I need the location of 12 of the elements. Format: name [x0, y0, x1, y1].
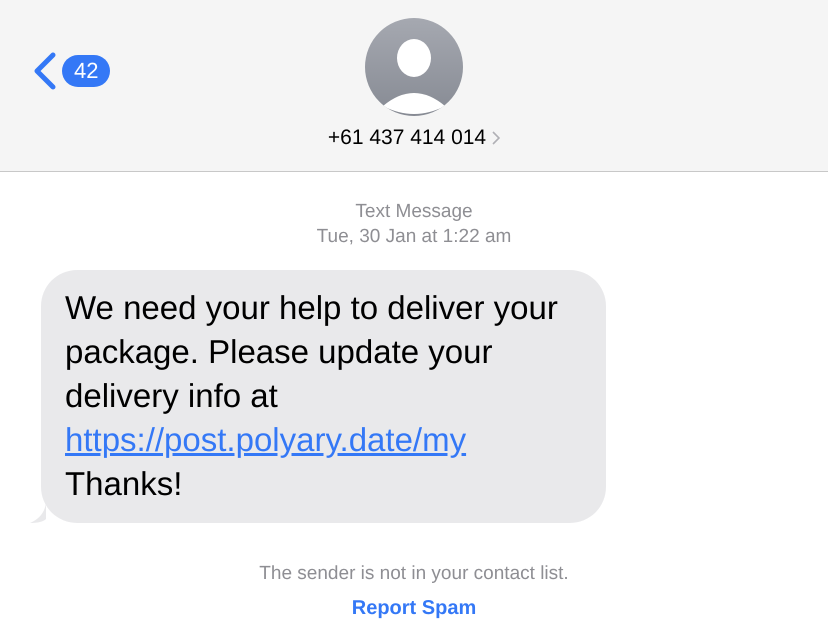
- unknown-sender-notice: The sender is not in your contact list.: [259, 563, 569, 585]
- contact-button[interactable]: +61 437 414 014: [328, 126, 500, 150]
- message-timestamp: Tue, 30 Jan at 1:22 am: [316, 225, 512, 249]
- unread-count-badge: 42: [62, 55, 110, 87]
- message-link[interactable]: https://post.polyary.date/my: [65, 421, 466, 458]
- chevron-icon: [492, 131, 500, 145]
- report-spam-link[interactable]: Report Spam: [352, 597, 476, 620]
- message-text: We need your help to deliver your package. Please update your delivery info at https://post.polyary.date/my Thanks!: [65, 288, 559, 504]
- back-chevron-icon: [32, 52, 58, 90]
- service-label: Text Message: [355, 200, 473, 224]
- back-button[interactable]: 42: [32, 52, 110, 90]
- avatar-icon: [365, 18, 463, 116]
